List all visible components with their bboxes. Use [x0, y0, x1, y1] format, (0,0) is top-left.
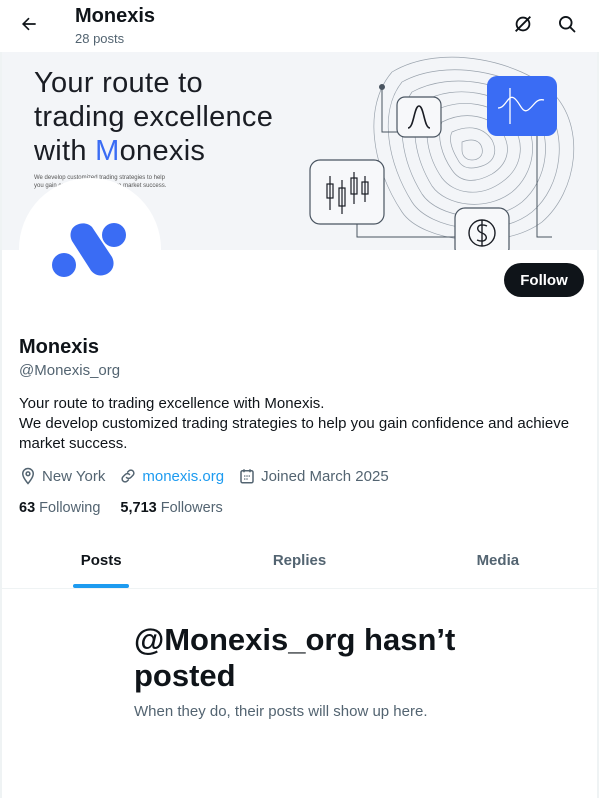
join-date: Joined March 2025 [238, 467, 389, 485]
search-icon [557, 14, 577, 39]
location: New York [19, 467, 105, 485]
location-pin-icon [21, 467, 35, 485]
page-title: Monexis [75, 5, 156, 27]
top-bar: Monexis 28 posts [0, 0, 599, 52]
profile-meta: New York monexis.org Joined March 2025 [19, 466, 403, 486]
profile-name: Monexis [19, 336, 100, 358]
avatar[interactable] [19, 178, 161, 320]
post-count: 28 posts [75, 31, 125, 46]
active-tab-indicator [73, 584, 130, 588]
calendar-icon [240, 469, 254, 484]
follow-stats: 63 Following 5,713 Followers [19, 500, 243, 516]
tab-replies[interactable]: Replies [200, 533, 398, 588]
link-icon [121, 469, 135, 483]
follow-button[interactable]: Follow [504, 263, 584, 297]
banner-topographic-art [309, 56, 575, 250]
following-link[interactable]: 63 Following [19, 500, 100, 516]
monexis-logo-icon [52, 223, 126, 277]
profile-tabs: Posts Replies Media [2, 533, 597, 589]
website-link[interactable]: monexis.org [142, 468, 224, 485]
grok-button[interactable] [506, 9, 540, 43]
profile-bio: Your route to trading excellence with Mo… [19, 395, 570, 452]
search-button[interactable] [550, 9, 584, 43]
profile-page: Monexis 28 posts Your route to trading e… [0, 0, 599, 798]
website: monexis.org [119, 467, 224, 485]
back-button[interactable] [12, 9, 46, 43]
slashed-circle-icon [512, 13, 534, 40]
banner-headline: Your route to trading excellence with Mo… [34, 67, 274, 167]
profile-handle: @Monexis_org [19, 362, 121, 379]
tab-media[interactable]: Media [399, 533, 597, 588]
followers-link[interactable]: 5,713 Followers [120, 500, 222, 516]
arrow-left-icon [19, 14, 39, 39]
empty-state-subtitle: When they do, their posts will show up h… [134, 703, 428, 720]
empty-state-title: @Monexis_org hasn’t posted [134, 622, 456, 693]
tab-posts[interactable]: Posts [2, 533, 200, 588]
